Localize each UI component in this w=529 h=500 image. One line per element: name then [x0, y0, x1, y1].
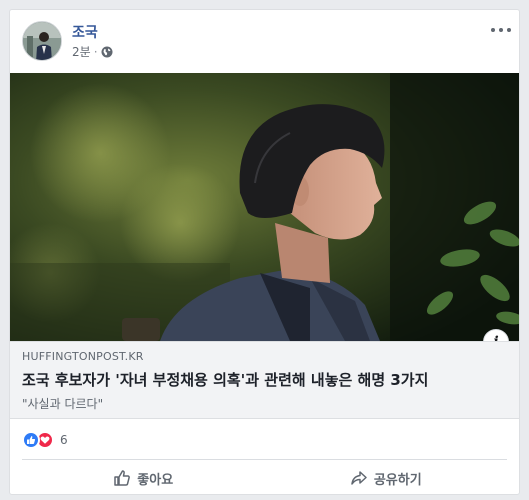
link-description: "사실과 다르다"	[22, 397, 104, 411]
post-timestamp[interactable]: 2분	[72, 43, 91, 60]
reaction-count[interactable]: 6	[60, 433, 68, 447]
like-reaction-icon	[22, 431, 40, 449]
divider	[22, 459, 507, 460]
post-actions: 좋아요 공유하기	[22, 461, 507, 495]
share-icon	[351, 471, 367, 485]
link-preview-details[interactable]: HUFFINGTONPOST.KR 조국 후보자가 '자녀 부정채용 의혹'과 …	[10, 341, 519, 419]
link-headline[interactable]: 조국 후보자가 '자녀 부정채용 의혹'과 관련해 내놓은 해명 3가지	[22, 369, 507, 390]
post-meta: 2분 ·	[72, 43, 113, 60]
more-options-icon[interactable]	[491, 24, 511, 36]
share-button[interactable]: 공유하기	[265, 461, 508, 495]
link-preview-image[interactable]: i	[10, 73, 519, 341]
thumbs-up-icon	[114, 470, 131, 486]
meta-separator: ·	[93, 44, 98, 59]
post-header: 조국 2분 ·	[10, 10, 519, 73]
avatar[interactable]	[22, 21, 62, 61]
link-domain: HUFFINGTONPOST.KR	[22, 350, 144, 363]
share-label: 공유하기	[373, 472, 422, 488]
post-card: 조국 2분 · HUFFINGTONPOST.KR 조국 후보자가 '자녀 부정…	[9, 9, 520, 495]
like-button[interactable]: 좋아요	[22, 461, 265, 495]
author-name[interactable]: 조국	[72, 22, 98, 42]
globe-icon[interactable]	[101, 46, 113, 58]
info-icon: i	[493, 334, 498, 341]
reaction-summary[interactable]: 6	[22, 431, 68, 449]
like-label: 좋아요	[137, 472, 174, 488]
